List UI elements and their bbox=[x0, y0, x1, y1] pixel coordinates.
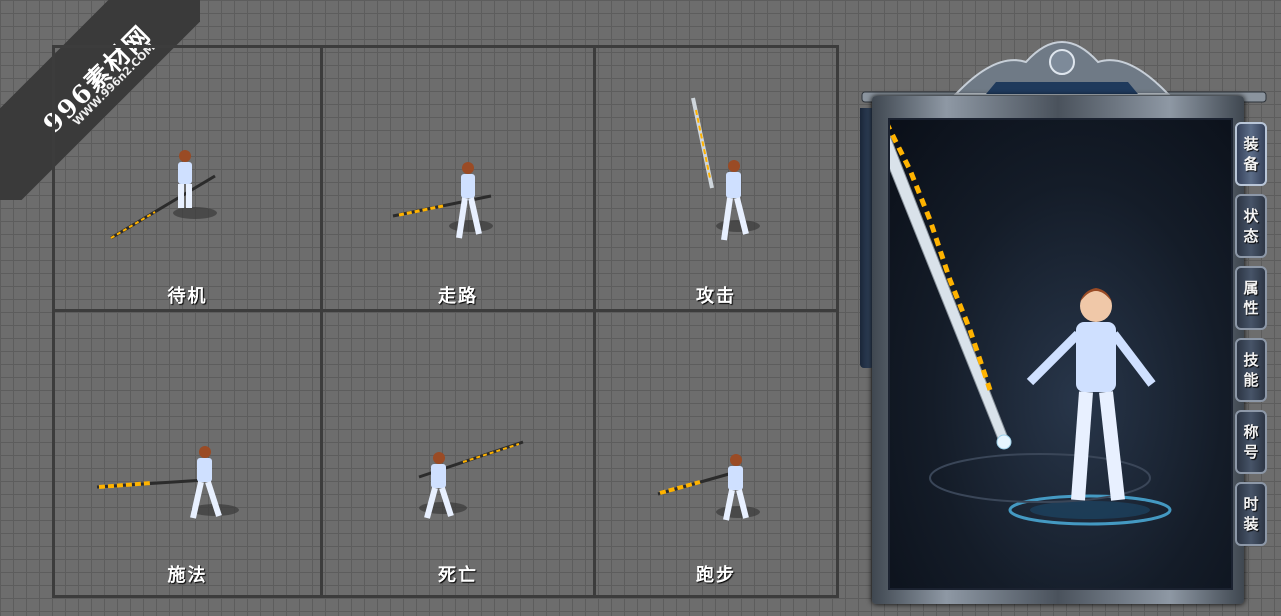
tab-skills-label-1: 技 bbox=[1243, 351, 1259, 369]
tab-attributes[interactable]: 属 性 bbox=[1235, 266, 1267, 330]
anim-cell-walk: 走路 bbox=[323, 48, 596, 312]
anim-label-idle: 待机 bbox=[167, 286, 208, 307]
tab-skills[interactable]: 技 能 bbox=[1235, 338, 1267, 402]
character-preview bbox=[859, 89, 1172, 526]
anim-cell-death: 死亡 bbox=[323, 312, 596, 595]
anim-label-cast: 施法 bbox=[167, 565, 208, 586]
character-panel: 装 备 状 态 属 性 技 能 称 号 时 装 bbox=[846, 22, 1278, 612]
tab-skills-label-2: 能 bbox=[1243, 371, 1259, 389]
tab-status[interactable]: 状 态 bbox=[1235, 194, 1267, 258]
character-sprite-attack bbox=[691, 97, 760, 241]
tab-fashion-label-1: 时 bbox=[1243, 495, 1259, 513]
anim-cell-attack: 攻击 bbox=[596, 48, 836, 312]
tab-status-label-1: 状 bbox=[1243, 207, 1259, 225]
tab-titles-label-2: 号 bbox=[1243, 443, 1259, 461]
tab-equipment[interactable]: 装 备 bbox=[1235, 122, 1267, 186]
character-sprite-cast bbox=[96, 446, 239, 519]
tab-equipment-label-1: 装 bbox=[1243, 135, 1259, 153]
tab-attributes-label-2: 性 bbox=[1243, 299, 1259, 317]
character-sprite-death bbox=[418, 440, 524, 519]
tab-equipment-label-2: 备 bbox=[1243, 155, 1259, 173]
tab-titles[interactable]: 称 号 bbox=[1235, 410, 1267, 474]
anim-label-run: 跑步 bbox=[696, 565, 736, 586]
character-sprite-run bbox=[657, 454, 760, 521]
tab-fashion-label-2: 装 bbox=[1243, 515, 1259, 533]
anim-label-walk: 走路 bbox=[438, 286, 478, 307]
tab-fashion[interactable]: 时 装 bbox=[1235, 482, 1267, 546]
character-viewport bbox=[859, 89, 1233, 590]
anim-cell-run: 跑步 bbox=[596, 312, 836, 595]
anim-cell-cast: 施法 bbox=[55, 312, 323, 595]
tab-attributes-label-1: 属 bbox=[1243, 279, 1259, 297]
character-sprite-idle bbox=[110, 150, 217, 240]
animation-grid: 待机 走路 攻击 施法 死亡 跑步 bbox=[52, 45, 839, 598]
anim-label-attack: 攻击 bbox=[696, 286, 736, 307]
anim-cell-idle: 待机 bbox=[55, 48, 323, 312]
anim-label-death: 死亡 bbox=[438, 565, 478, 586]
tab-titles-label-1: 称 bbox=[1243, 423, 1259, 441]
panel-tabs: 装 备 状 态 属 性 技 能 称 号 时 装 bbox=[1235, 122, 1269, 554]
tab-status-label-2: 态 bbox=[1243, 227, 1259, 245]
character-sprite-walk bbox=[392, 162, 493, 239]
